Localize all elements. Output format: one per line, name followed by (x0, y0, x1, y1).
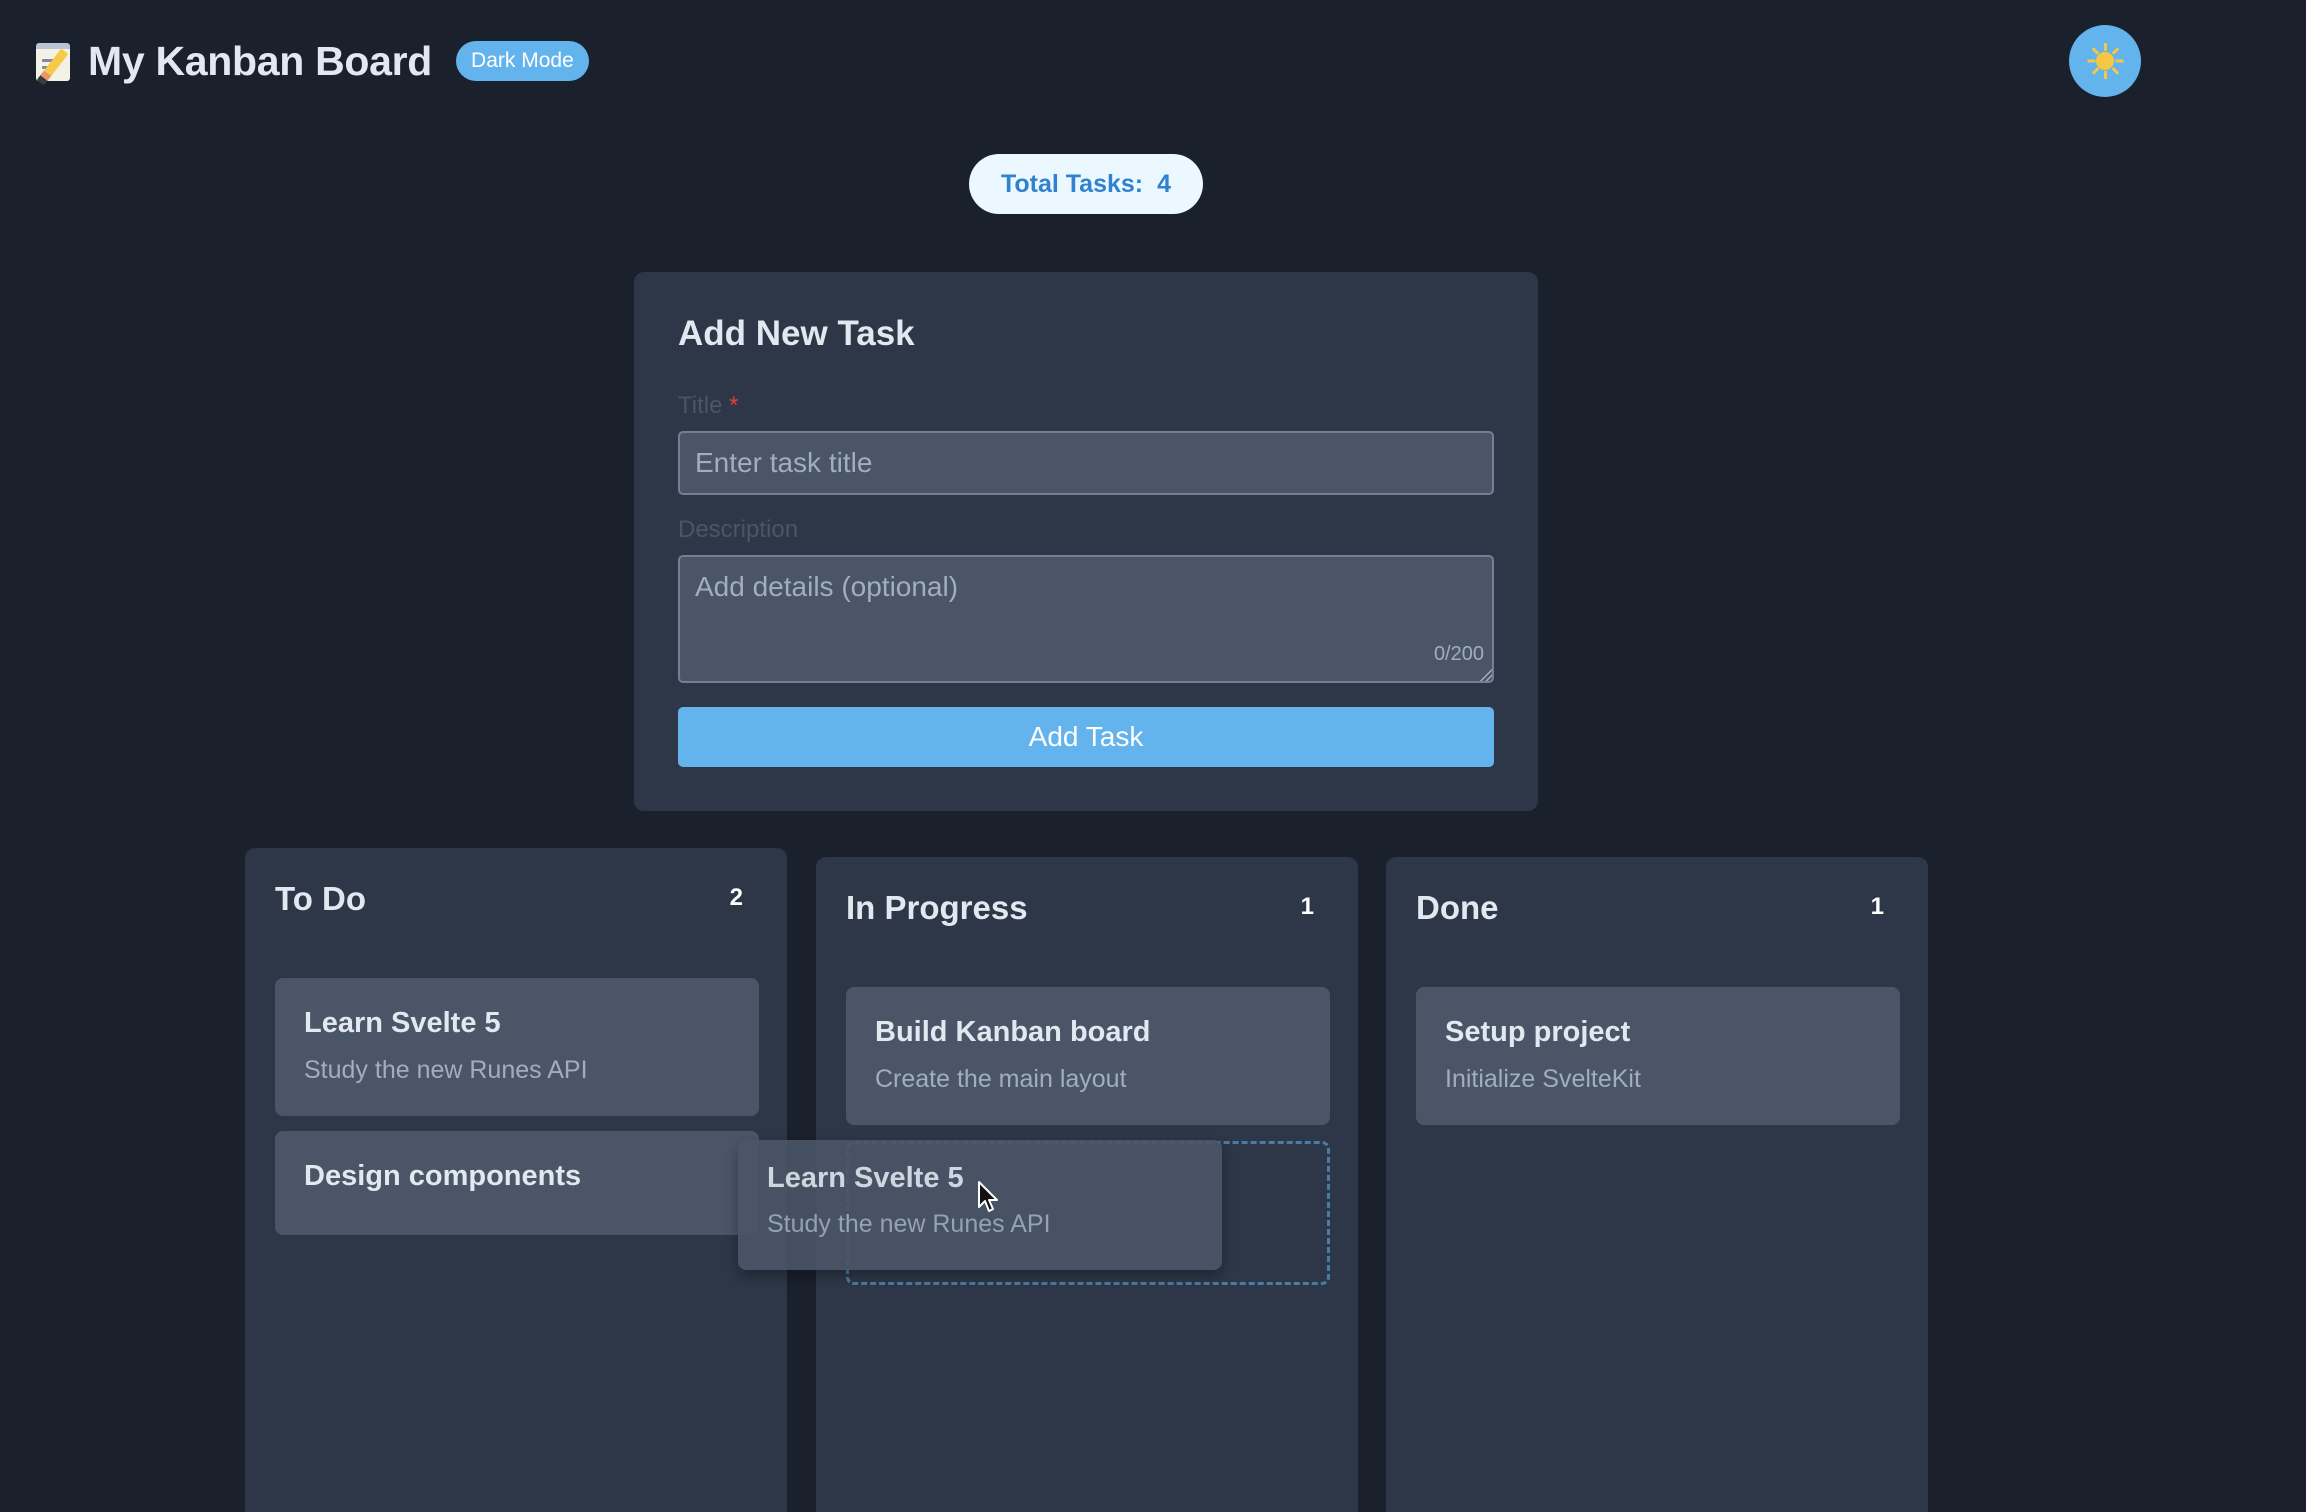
column-count: 1 (1300, 893, 1314, 920)
task-title: Setup project (1445, 1016, 1631, 1048)
task-card[interactable]: Setup project Initialize SvelteKit (1416, 987, 1900, 1125)
total-tasks-badge: Total Tasks: 4 (969, 154, 1203, 214)
resize-handle-icon[interactable] (1480, 669, 1492, 681)
column-count: 2 (729, 884, 743, 911)
total-tasks-label: Total Tasks: (1000, 169, 1144, 198)
task-description: Create the main layout (875, 1065, 1127, 1093)
task-description: Initialize SvelteKit (1445, 1065, 1641, 1093)
task-card[interactable]: Learn Svelte 5 Study the new Runes API (275, 978, 759, 1116)
required-marker: * (729, 392, 739, 419)
mouse-cursor-icon (978, 1181, 998, 1212)
memo-icon (34, 39, 74, 86)
task-description-input[interactable] (678, 555, 1494, 683)
task-title: Build Kanban board (875, 1016, 1151, 1048)
mode-badge: Dark Mode (456, 41, 589, 81)
task-title: Learn Svelte 5 (304, 1007, 501, 1039)
column-title: Done (1416, 889, 1499, 926)
total-tasks-count: 4 (1157, 169, 1172, 198)
theme-toggle-button[interactable] (2069, 25, 2141, 97)
app-header: My Kanban Board Dark Mode (34, 34, 589, 88)
task-title: Learn Svelte 5 (767, 1162, 964, 1194)
task-description: Study the new Runes API (304, 1056, 588, 1084)
add-task-form: Add New Task Title * Description 0/200 A… (634, 272, 1538, 811)
form-heading: Add New Task (678, 314, 915, 353)
task-description: Study the new Runes API (767, 1210, 1051, 1238)
column-todo[interactable]: To Do 2 Learn Svelte 5 Study the new Run… (245, 848, 787, 1512)
kanban-app: My Kanban Board Dark Mode Total Tasks: 4… (0, 0, 2306, 1512)
app-title: My Kanban Board (88, 37, 433, 84)
column-count: 1 (1870, 893, 1884, 920)
column-done[interactable]: Done 1 Setup project Initialize SvelteKi… (1386, 857, 1928, 1512)
column-title: To Do (275, 880, 367, 917)
char-counter: 0/200 (1433, 643, 1484, 665)
task-title: Design components (304, 1160, 582, 1192)
task-card[interactable]: Build Kanban board Create the main layou… (846, 987, 1330, 1125)
column-title: In Progress (846, 889, 1028, 926)
task-title-input[interactable] (678, 431, 1494, 495)
add-task-button[interactable]: Add Task (678, 707, 1494, 767)
description-label: Description (678, 516, 799, 543)
task-card[interactable]: Design components (275, 1131, 759, 1235)
sun-icon (2087, 43, 2123, 79)
title-label: Title * (678, 392, 739, 419)
